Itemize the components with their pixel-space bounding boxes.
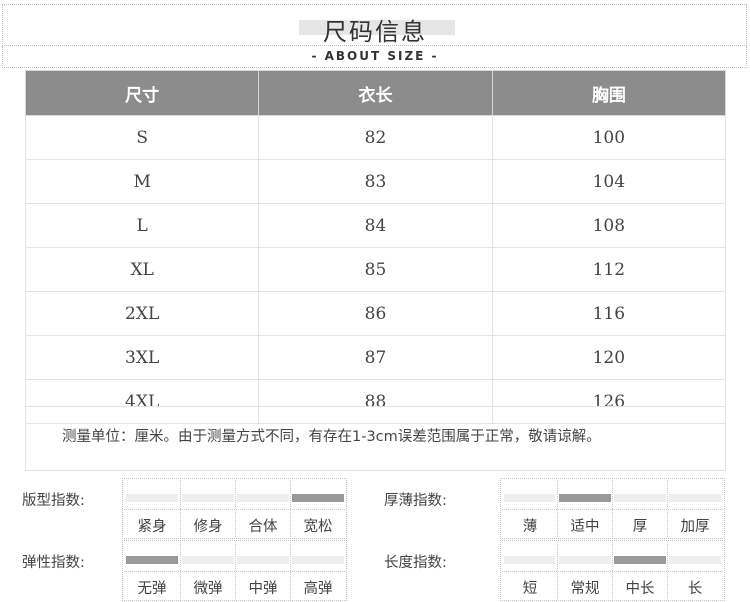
table-row: 3XL 87 120 — [24, 335, 727, 380]
length-cell: 83 — [258, 159, 493, 204]
length-option-label: 短 — [522, 581, 538, 597]
chest-cell: 112 — [491, 247, 727, 292]
thickness-index-label: 厚薄指数: — [384, 493, 447, 509]
chest-cell: 116 — [491, 291, 727, 336]
chest-cell: 120 — [491, 335, 727, 380]
length-seg-2 — [614, 556, 666, 564]
fit-seg-0 — [126, 494, 178, 502]
length-cell: 87 — [258, 335, 493, 380]
size-cell: S — [24, 115, 260, 160]
fit-option-label: 宽松 — [303, 519, 333, 535]
elasticity-seg-0 — [126, 556, 178, 564]
length-cell: 84 — [258, 203, 493, 248]
size-table: 尺寸 衣长 胸围 S 82 100 M 83 104 L 84 108 XL 8… — [24, 70, 727, 424]
column-header-length: 衣长 — [258, 70, 493, 116]
elasticity-option-label: 无弹 — [137, 581, 167, 597]
size-cell: 3XL — [24, 335, 260, 380]
table-row: M 83 104 — [24, 159, 727, 204]
thickness-option-label: 适中 — [570, 519, 600, 535]
elasticity-option-label: 中弹 — [248, 581, 278, 597]
elasticity-index-label: 弹性指数: — [22, 555, 85, 571]
chest-cell: 108 — [491, 203, 727, 248]
length-option-label: 中长 — [625, 581, 655, 597]
table-row: L 84 108 — [24, 203, 727, 248]
page-header: 尺码信息 - ABOUT SIZE - — [0, 0, 750, 70]
length-seg-0 — [504, 556, 555, 564]
page-title: 尺码信息 — [323, 18, 427, 46]
elasticity-seg-2 — [237, 556, 289, 564]
chest-cell: 100 — [491, 115, 727, 160]
thickness-seg-0 — [504, 494, 555, 502]
fit-seg-2 — [237, 494, 289, 502]
fit-seg-1 — [182, 494, 234, 502]
thickness-seg-3 — [669, 494, 721, 502]
length-option-label: 长 — [687, 581, 703, 597]
elasticity-option-label: 高弹 — [303, 581, 333, 597]
size-cell: L — [24, 203, 260, 248]
size-cell: 2XL — [24, 291, 260, 336]
chest-cell: 104 — [491, 159, 727, 204]
length-cell: 85 — [258, 247, 493, 292]
page-subtitle: - ABOUT SIZE - — [311, 49, 439, 63]
length-option-label: 常规 — [570, 581, 600, 597]
thickness-option-label: 加厚 — [680, 519, 710, 535]
fit-option-label: 修身 — [193, 519, 223, 535]
length-index-label: 长度指数: — [384, 555, 447, 571]
fit-index-label: 版型指数: — [22, 493, 85, 509]
thickness-option-label: 薄 — [522, 519, 538, 535]
thickness-seg-2 — [614, 494, 666, 502]
elasticity-seg-3 — [292, 556, 344, 564]
length-cell: 82 — [258, 115, 493, 160]
column-header-size: 尺寸 — [24, 70, 260, 116]
table-row: XL 85 112 — [24, 247, 727, 292]
length-seg-3 — [669, 556, 721, 564]
length-seg-1 — [559, 556, 611, 564]
fit-option-label: 合体 — [248, 519, 278, 535]
measurement-note: 测量单位：厘米。由于测量方式不同，有存在1-3cm误差范围属于正常，敬请谅解。 — [25, 406, 726, 471]
elasticity-seg-1 — [182, 556, 234, 564]
table-row: 2XL 86 116 — [24, 291, 727, 336]
table-row: S 82 100 — [24, 115, 727, 160]
fit-option-label: 紧身 — [137, 519, 167, 535]
column-header-chest: 胸围 — [491, 70, 727, 116]
size-cell: M — [24, 159, 260, 204]
thickness-option-label: 厚 — [632, 519, 648, 535]
size-table-header-row: 尺寸 衣长 胸围 — [24, 70, 727, 116]
length-cell: 86 — [258, 291, 493, 336]
size-cell: XL — [24, 247, 260, 292]
elasticity-option-label: 微弹 — [193, 581, 223, 597]
fit-seg-3 — [292, 494, 344, 502]
thickness-seg-1 — [559, 494, 611, 502]
